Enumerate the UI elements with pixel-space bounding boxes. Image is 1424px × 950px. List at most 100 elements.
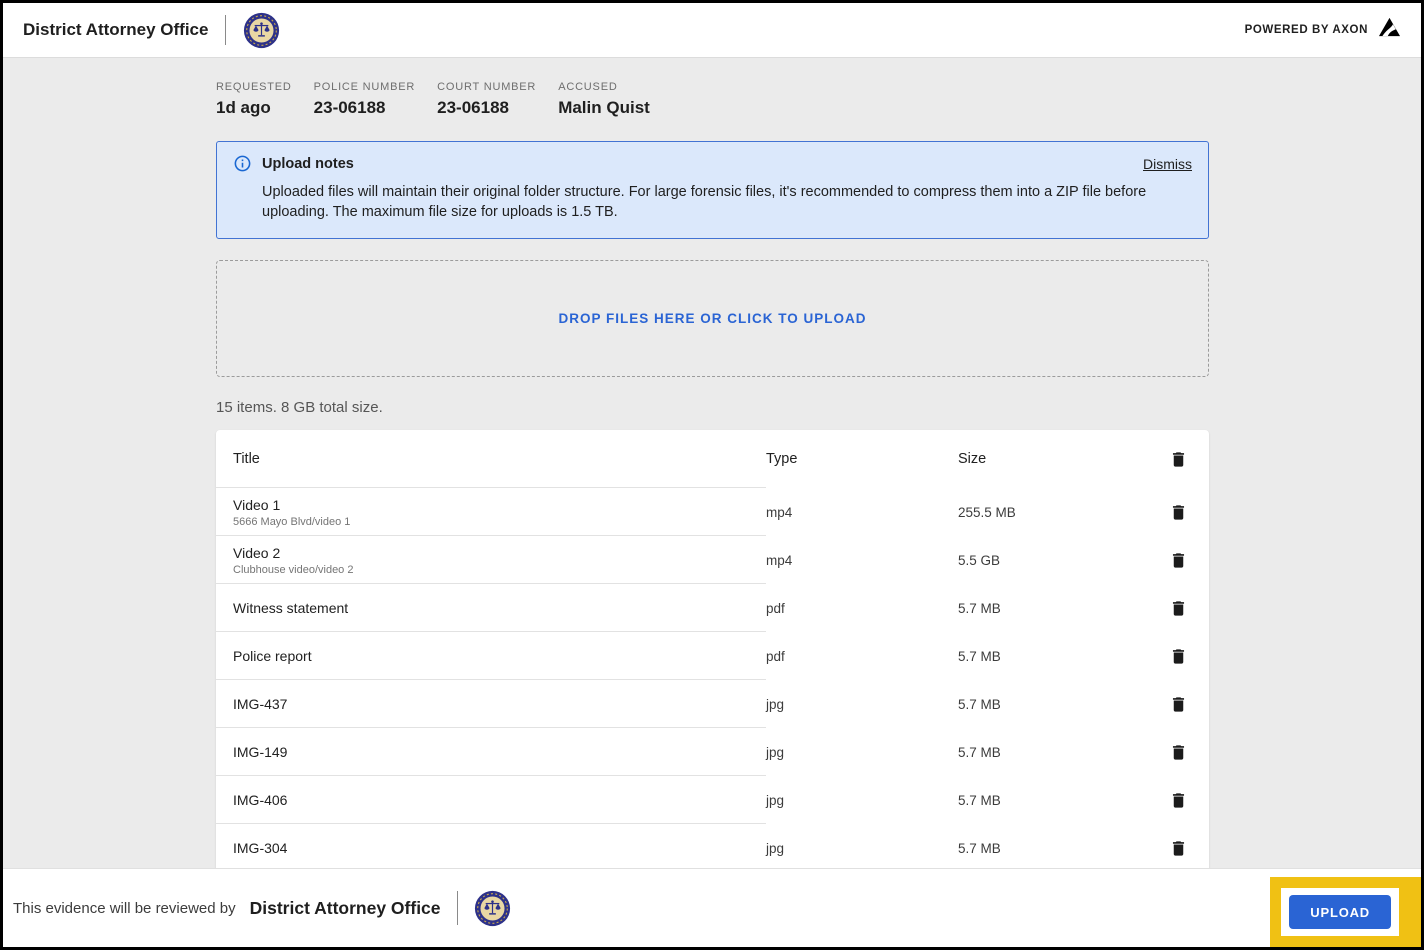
file-type: mp4 xyxy=(766,553,958,568)
file-title-cell: IMG-149 xyxy=(216,744,766,760)
file-title-cell: Police report xyxy=(216,648,766,664)
file-table-card: Title Type Size Video 1 5666 Mayo Blvd/v… xyxy=(216,430,1209,879)
evidence-upload-page: District Attorney Office POWERED BY AXON… xyxy=(0,0,1424,950)
info-icon xyxy=(233,154,252,173)
upload-notes-header: Upload notes Dismiss xyxy=(233,154,1192,173)
agency-seal-icon xyxy=(243,12,280,49)
meta-value: Malin Quist xyxy=(558,98,650,118)
file-size: 5.7 MB xyxy=(958,793,1147,808)
delete-all-button[interactable] xyxy=(1165,446,1192,473)
file-type: jpg xyxy=(766,697,958,712)
file-title-cell: Video 2 Clubhouse video/video 2 xyxy=(216,545,766,576)
table-row: IMG-406 jpg 5.7 MB xyxy=(216,776,1209,824)
file-title-cell: Video 1 5666 Mayo Blvd/video 1 xyxy=(216,497,766,528)
meta-police-number: POLICE NUMBER 23-06188 xyxy=(314,81,415,118)
file-title-cell: IMG-406 xyxy=(216,792,766,808)
trash-icon xyxy=(1169,551,1188,570)
review-text: This evidence will be reviewed by xyxy=(13,900,236,917)
items-summary: 15 items. 8 GB total size. xyxy=(216,399,1209,416)
file-path: Clubhouse video/video 2 xyxy=(233,564,766,576)
upload-notes-banner: Upload notes Dismiss Uploaded files will… xyxy=(216,141,1209,239)
file-title: IMG-149 xyxy=(233,744,766,760)
upload-notes-title: Upload notes xyxy=(262,156,354,172)
file-size: 5.7 MB xyxy=(958,841,1147,856)
file-size: 5.7 MB xyxy=(958,745,1147,760)
delete-file-button[interactable] xyxy=(1165,547,1192,574)
table-row: IMG-304 jpg 5.7 MB xyxy=(216,824,1209,872)
trash-icon xyxy=(1169,503,1188,522)
delete-file-button[interactable] xyxy=(1165,643,1192,670)
top-header-bar: District Attorney Office POWERED BY AXON xyxy=(3,3,1421,58)
main-content: REQUESTED 1d ago POLICE NUMBER 23-06188 … xyxy=(216,59,1209,879)
upload-highlight-annotation: UPLOAD xyxy=(1270,877,1421,947)
column-title: Title xyxy=(216,451,766,467)
file-title-cell: IMG-437 xyxy=(216,696,766,712)
upload-notes-body: Uploaded files will maintain their origi… xyxy=(262,182,1192,222)
table-row: Witness statement pdf 5.7 MB xyxy=(216,584,1209,632)
meta-value: 23-06188 xyxy=(314,98,415,118)
file-size: 5.7 MB xyxy=(958,601,1147,616)
file-type: mp4 xyxy=(766,505,958,520)
file-title: Police report xyxy=(233,648,766,664)
table-row: IMG-437 jpg 5.7 MB xyxy=(216,680,1209,728)
file-title: IMG-304 xyxy=(233,840,766,856)
meta-accused: ACCUSED Malin Quist xyxy=(558,81,650,118)
meta-value: 23-06188 xyxy=(437,98,536,118)
table-row: Video 1 5666 Mayo Blvd/video 1 mp4 255.5… xyxy=(216,488,1209,536)
table-header-row: Title Type Size xyxy=(216,430,1209,488)
trash-icon xyxy=(1169,839,1188,858)
trash-icon xyxy=(1169,743,1188,762)
table-row: IMG-149 jpg 5.7 MB xyxy=(216,728,1209,776)
file-title: IMG-437 xyxy=(233,696,766,712)
header-divider xyxy=(225,15,226,45)
meta-value: 1d ago xyxy=(216,98,292,118)
case-metadata: REQUESTED 1d ago POLICE NUMBER 23-06188 … xyxy=(216,81,1209,118)
dismiss-link[interactable]: Dismiss xyxy=(1143,156,1192,172)
delete-file-button[interactable] xyxy=(1165,787,1192,814)
file-size: 5.7 MB xyxy=(958,697,1147,712)
footer-bar: This evidence will be reviewed by Distri… xyxy=(3,868,1421,947)
meta-label: COURT NUMBER xyxy=(437,81,536,93)
file-size: 255.5 MB xyxy=(958,505,1147,520)
org-name: District Attorney Office xyxy=(23,20,208,40)
file-type: pdf xyxy=(766,649,958,664)
delete-file-button[interactable] xyxy=(1165,691,1192,718)
powered-by-label: POWERED BY AXON xyxy=(1245,24,1368,36)
file-size: 5.7 MB xyxy=(958,649,1147,664)
trash-icon xyxy=(1169,450,1188,469)
file-title: IMG-406 xyxy=(233,792,766,808)
column-type: Type xyxy=(766,451,958,467)
file-title: Witness statement xyxy=(233,600,766,616)
file-dropzone[interactable]: DROP FILES HERE OR CLICK TO UPLOAD xyxy=(216,260,1209,377)
file-type: jpg xyxy=(766,841,958,856)
delete-file-button[interactable] xyxy=(1165,739,1192,766)
footer-divider xyxy=(457,891,458,925)
delete-file-button[interactable] xyxy=(1165,499,1192,526)
file-type: jpg xyxy=(766,745,958,760)
axon-logo-icon xyxy=(1378,16,1401,44)
table-row: Police report pdf 5.7 MB xyxy=(216,632,1209,680)
file-title-cell: IMG-304 xyxy=(216,840,766,856)
meta-label: POLICE NUMBER xyxy=(314,81,415,93)
meta-label: REQUESTED xyxy=(216,81,292,93)
trash-icon xyxy=(1169,791,1188,810)
file-size: 5.5 GB xyxy=(958,553,1147,568)
powered-by-group: POWERED BY AXON xyxy=(1245,16,1401,44)
column-size: Size xyxy=(958,451,1147,467)
file-title: Video 2 xyxy=(233,545,766,561)
trash-icon xyxy=(1169,647,1188,666)
file-title-cell: Witness statement xyxy=(216,600,766,616)
upload-button[interactable]: UPLOAD xyxy=(1289,895,1391,929)
delete-file-button[interactable] xyxy=(1165,595,1192,622)
footer-org-name: District Attorney Office xyxy=(250,898,441,919)
file-type: pdf xyxy=(766,601,958,616)
trash-icon xyxy=(1169,599,1188,618)
file-title: Video 1 xyxy=(233,497,766,513)
dropzone-label: DROP FILES HERE OR CLICK TO UPLOAD xyxy=(558,311,866,326)
meta-court-number: COURT NUMBER 23-06188 xyxy=(437,81,536,118)
file-type: jpg xyxy=(766,793,958,808)
meta-requested: REQUESTED 1d ago xyxy=(216,81,292,118)
table-body: Video 1 5666 Mayo Blvd/video 1 mp4 255.5… xyxy=(216,488,1209,872)
delete-file-button[interactable] xyxy=(1165,835,1192,862)
trash-icon xyxy=(1169,695,1188,714)
